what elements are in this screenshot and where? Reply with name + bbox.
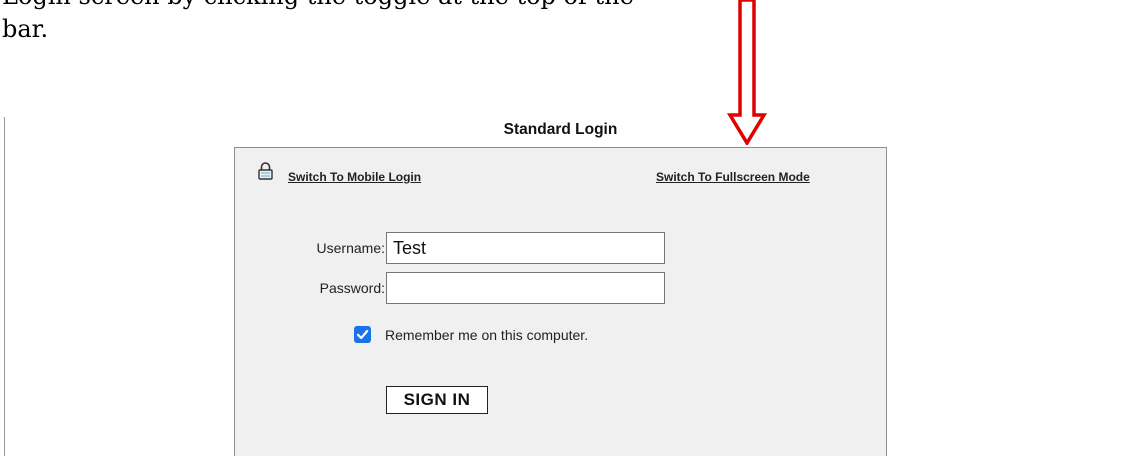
remember-me-checkbox[interactable] (354, 326, 371, 343)
login-title: Standard Login (503, 121, 618, 138)
switch-to-fullscreen-mode-link[interactable]: Switch To Fullscreen Mode (656, 170, 810, 184)
password-label: Password: (319, 280, 385, 296)
document-text: Login screen by clicking the toggle at t… (2, 0, 634, 46)
username-label: Username: (316, 240, 385, 256)
login-panel: Switch To Mobile Login Switch To Fullscr… (234, 147, 887, 456)
page: Login screen by clicking the toggle at t… (0, 0, 1121, 456)
remember-me-label: Remember me on this computer. (385, 327, 589, 343)
switch-to-mobile-login-link[interactable]: Switch To Mobile Login (288, 170, 421, 184)
left-margin-rule (4, 117, 5, 456)
lock-icon (258, 162, 273, 180)
username-input[interactable] (386, 232, 665, 264)
document-text-line-2: bar. (2, 15, 49, 43)
down-arrow-icon (727, 0, 767, 145)
password-input[interactable] (386, 272, 665, 304)
sign-in-button[interactable]: SIGN IN (386, 386, 488, 414)
checkmark-icon (356, 329, 369, 340)
document-text-line-1: Login screen by clicking the toggle at t… (2, 0, 634, 13)
